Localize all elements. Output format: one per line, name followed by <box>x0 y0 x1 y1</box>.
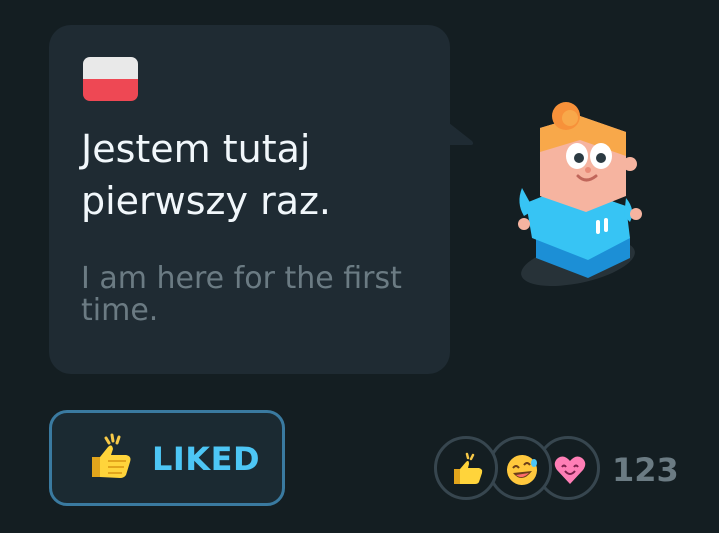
liked-button[interactable]: LIKED <box>49 410 285 506</box>
poland-flag-icon <box>83 57 138 101</box>
duolingo-character-icon <box>518 102 642 286</box>
thumbs-up-icon <box>92 433 131 478</box>
heart-face-icon <box>554 456 586 484</box>
speech-bubble-tail <box>444 119 474 145</box>
reactions-summary[interactable]: 123 <box>430 436 690 510</box>
reaction-thumbs-up <box>434 436 498 500</box>
reaction-count: 123 <box>612 451 679 489</box>
thumbs-up-icon <box>454 452 483 484</box>
laughing-emoji-icon <box>507 455 537 485</box>
translation-text: I am here for the first time. <box>81 261 402 328</box>
liked-label: LIKED <box>152 440 261 478</box>
sentence-text: Jestem tutaj pierwszy raz. <box>81 127 332 223</box>
